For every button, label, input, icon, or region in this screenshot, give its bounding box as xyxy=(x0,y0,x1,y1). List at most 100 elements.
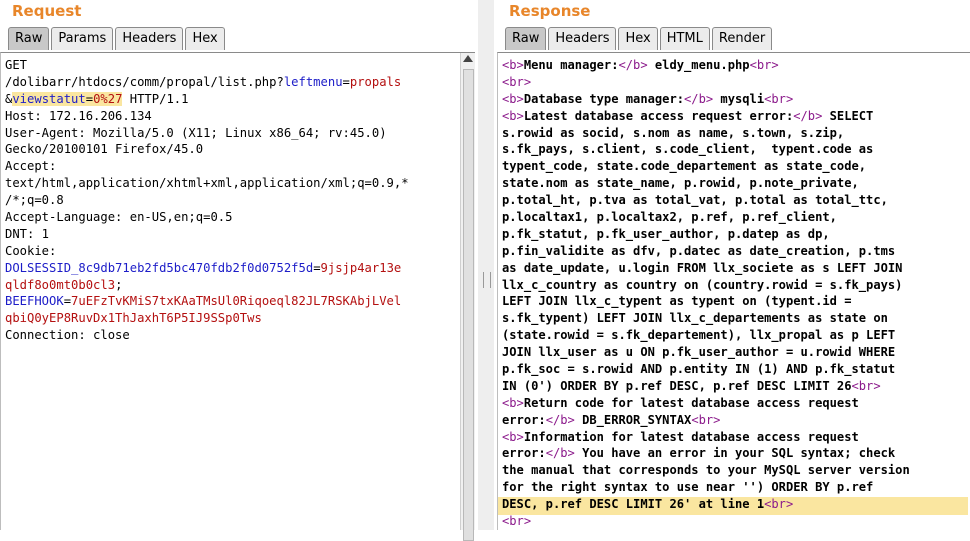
request-text-segment: 7uEFzTvKMiS7txKAaTMsUl0Riqoeql82JL7RSKAb… xyxy=(71,294,402,309)
response-text-segment: </b> xyxy=(545,412,575,427)
request-line: qbiQ0yEP8RuvDx1ThJaxhT6P5IJ9SSp0Tws xyxy=(5,310,461,327)
response-line: the manual that corresponds to your MySQ… xyxy=(502,462,956,479)
request-line: text/html,application/xhtml+xml,applicat… xyxy=(5,175,461,192)
request-text-segment: Gecko/20100101 Firefox/45.0 xyxy=(5,142,204,157)
request-line: Accept: xyxy=(5,158,461,175)
response-text-segment: as date_update, u.login FROM llx_societe… xyxy=(502,260,903,275)
response-text-segment: <br> xyxy=(851,378,881,393)
response-line: <br> xyxy=(502,74,956,91)
response-text-segment: p.localtax1, p.localtax2, p.ref, p.ref_c… xyxy=(502,210,837,225)
response-editor[interactable]: <b>Menu manager:</b> eldy_menu.php<br> <b… xyxy=(497,52,970,530)
request-line: Cookie: xyxy=(5,243,461,260)
response-text-segment: IN (0') ORDER BY p.ref DESC, p.ref DESC … xyxy=(502,378,852,393)
response-line: s.fk_pays, s.client, s.code_client, type… xyxy=(502,141,956,158)
request-text-segment: = xyxy=(342,74,350,89)
request-line: BEEFHOOK=7uEFzTvKMiS7txKAaTMsUl0Riqoeql8… xyxy=(5,293,461,310)
response-line: s.rowid as socid, s.nom as name, s.town,… xyxy=(502,125,956,142)
response-text-segment: typent_code, state.code_departement as s… xyxy=(502,159,867,174)
request-line: DOLSESSID_8c9db71eb2fd5bc470fdb2f0d0752f… xyxy=(5,260,461,277)
request-text-segment: DNT: 1 xyxy=(5,226,50,241)
response-line: <b>Return code for latest database acces… xyxy=(502,395,956,412)
response-text-segment: <br> xyxy=(764,497,794,512)
response-raw-text[interactable]: <b>Menu manager:</b> eldy_menu.php<br> <b… xyxy=(502,57,956,530)
response-text-segment: p.fk_soc = s.rowid AND p.entity IN (1) A… xyxy=(502,362,896,377)
response-text-segment: SELECT xyxy=(822,108,874,123)
request-text-segment: = xyxy=(313,260,321,275)
request-tab-headers[interactable]: Headers xyxy=(115,27,184,50)
request-text-segment: qldf8o0mt0b0cl3 xyxy=(5,277,116,292)
request-text-segment: = xyxy=(63,294,72,309)
request-tab-hex[interactable]: Hex xyxy=(185,27,225,50)
response-text-segment: error: xyxy=(502,412,546,427)
response-text-segment: DESC, p.ref DESC LIMIT 26' at line 1 xyxy=(502,497,765,512)
response-line: for the right syntax to use near '') ORD… xyxy=(502,479,956,496)
request-text-segment: Accept-Language: en-US,en;q=0.5 xyxy=(5,210,233,225)
response-text-segment: </b> xyxy=(618,58,648,72)
response-text-segment: the manual that corresponds to your MySQ… xyxy=(502,463,910,478)
response-line: p.fin_validite as dfv, p.datec as date_c… xyxy=(502,243,956,260)
response-text-segment: mysqli xyxy=(713,91,765,106)
response-text-segment: p.total_ht, p.tva as total_vat, p.total … xyxy=(502,193,888,208)
response-text-segment: <b> xyxy=(502,58,524,72)
response-text-segment: <b> xyxy=(502,108,524,123)
request-raw-text[interactable]: GET/dolibarr/htdocs/comm/propal/list.php… xyxy=(5,57,461,344)
response-text-segment: s.fk_pays, s.client, s.code_client, type… xyxy=(502,142,874,157)
request-text-segment: GET xyxy=(5,58,28,72)
response-tab-raw[interactable]: Raw xyxy=(505,27,547,50)
response-text-segment: You have an error in your SQL syntax; ch… xyxy=(574,446,896,461)
response-text-segment: <b> xyxy=(502,429,524,444)
request-line: User-Agent: Mozilla/5.0 (X11; Linux x86_… xyxy=(5,125,461,142)
response-text-segment: error: xyxy=(502,446,546,461)
request-text-segment: Cookie: xyxy=(5,243,57,258)
response-text-segment: </b> xyxy=(684,91,714,106)
request-scrollbar[interactable] xyxy=(460,53,475,541)
response-tab-html[interactable]: HTML xyxy=(659,27,710,50)
response-text-segment: Information for latest database access r… xyxy=(523,429,859,444)
request-text-segment: viewstatut xyxy=(12,91,86,106)
request-text-segment: /dolibarr/htdocs/comm/propal/list.php? xyxy=(5,74,284,89)
request-text-segment: leftmenu xyxy=(283,74,343,89)
response-text-segment: DB_ERROR_SYNTAX xyxy=(574,412,692,427)
response-tab-render[interactable]: Render xyxy=(711,27,773,50)
panel-splitter[interactable] xyxy=(478,0,494,530)
request-editor[interactable]: GET/dolibarr/htdocs/comm/propal/list.php… xyxy=(0,52,475,530)
response-line: <b>Database type manager:</b> mysqli<br> xyxy=(502,91,956,108)
request-text-segment: BEEFHOOK xyxy=(5,294,64,309)
response-text-segment: Database type manager: xyxy=(523,91,685,106)
response-line: JOIN llx_user as u ON p.fk_user_author =… xyxy=(502,344,956,361)
response-text-segment: (state.rowid = s.fk_departement), llx_pr… xyxy=(502,328,896,343)
response-tab-hex[interactable]: Hex xyxy=(618,27,658,50)
request-line: &viewstatut=0%27 HTTP/1.1 xyxy=(5,91,461,108)
response-line: error:</b> DB_ERROR_SYNTAX<br> xyxy=(502,412,956,429)
response-line: as date_update, u.login FROM llx_societe… xyxy=(502,260,956,277)
response-text-segment: Return code for latest database access r… xyxy=(523,395,859,410)
request-scroll-thumb[interactable] xyxy=(463,69,474,541)
scroll-up-arrow-icon[interactable] xyxy=(463,55,473,62)
response-text-segment: <br> xyxy=(502,74,532,89)
request-text-segment: /*;q=0.8 xyxy=(5,193,64,208)
response-line: typent_code, state.code_departement as s… xyxy=(502,158,956,175)
response-text-segment: <b> xyxy=(502,395,524,410)
request-text-segment: HTTP/1.1 xyxy=(122,91,189,106)
response-tab-headers[interactable]: Headers xyxy=(548,27,617,50)
response-text-segment: <b> xyxy=(502,91,524,106)
response-text-segment: JOIN llx_user as u ON p.fk_user_author =… xyxy=(502,345,896,360)
response-panel: Response Raw Headers Hex HTML Render <b>… xyxy=(497,0,970,530)
response-line: LEFT JOIN llx_c_typent as typent on (typ… xyxy=(502,293,956,310)
request-text-segment: Host: 172.16.206.134 xyxy=(5,108,152,123)
request-line: /*;q=0.8 xyxy=(5,192,461,209)
request-tab-params[interactable]: Params xyxy=(51,27,114,50)
response-line: error:</b> You have an error in your SQL… xyxy=(502,445,956,462)
request-line: Host: 172.16.206.134 xyxy=(5,108,461,125)
response-line: p.total_ht, p.tva as total_vat, p.total … xyxy=(502,192,956,209)
response-text-segment: <br> xyxy=(764,91,794,106)
response-line: <br> xyxy=(502,513,956,530)
response-text-segment: <br> xyxy=(749,58,779,72)
response-line: IN (0') ORDER BY p.ref DESC, p.ref DESC … xyxy=(502,378,956,395)
request-text-segment: 9jsjp4ar13e xyxy=(320,260,402,275)
response-text-segment: <br> xyxy=(502,514,532,529)
request-line: DNT: 1 xyxy=(5,226,461,243)
request-line: GET xyxy=(5,57,461,74)
request-tab-raw[interactable]: Raw xyxy=(8,27,50,50)
request-line: qldf8o0mt0b0cl3; xyxy=(5,277,461,294)
